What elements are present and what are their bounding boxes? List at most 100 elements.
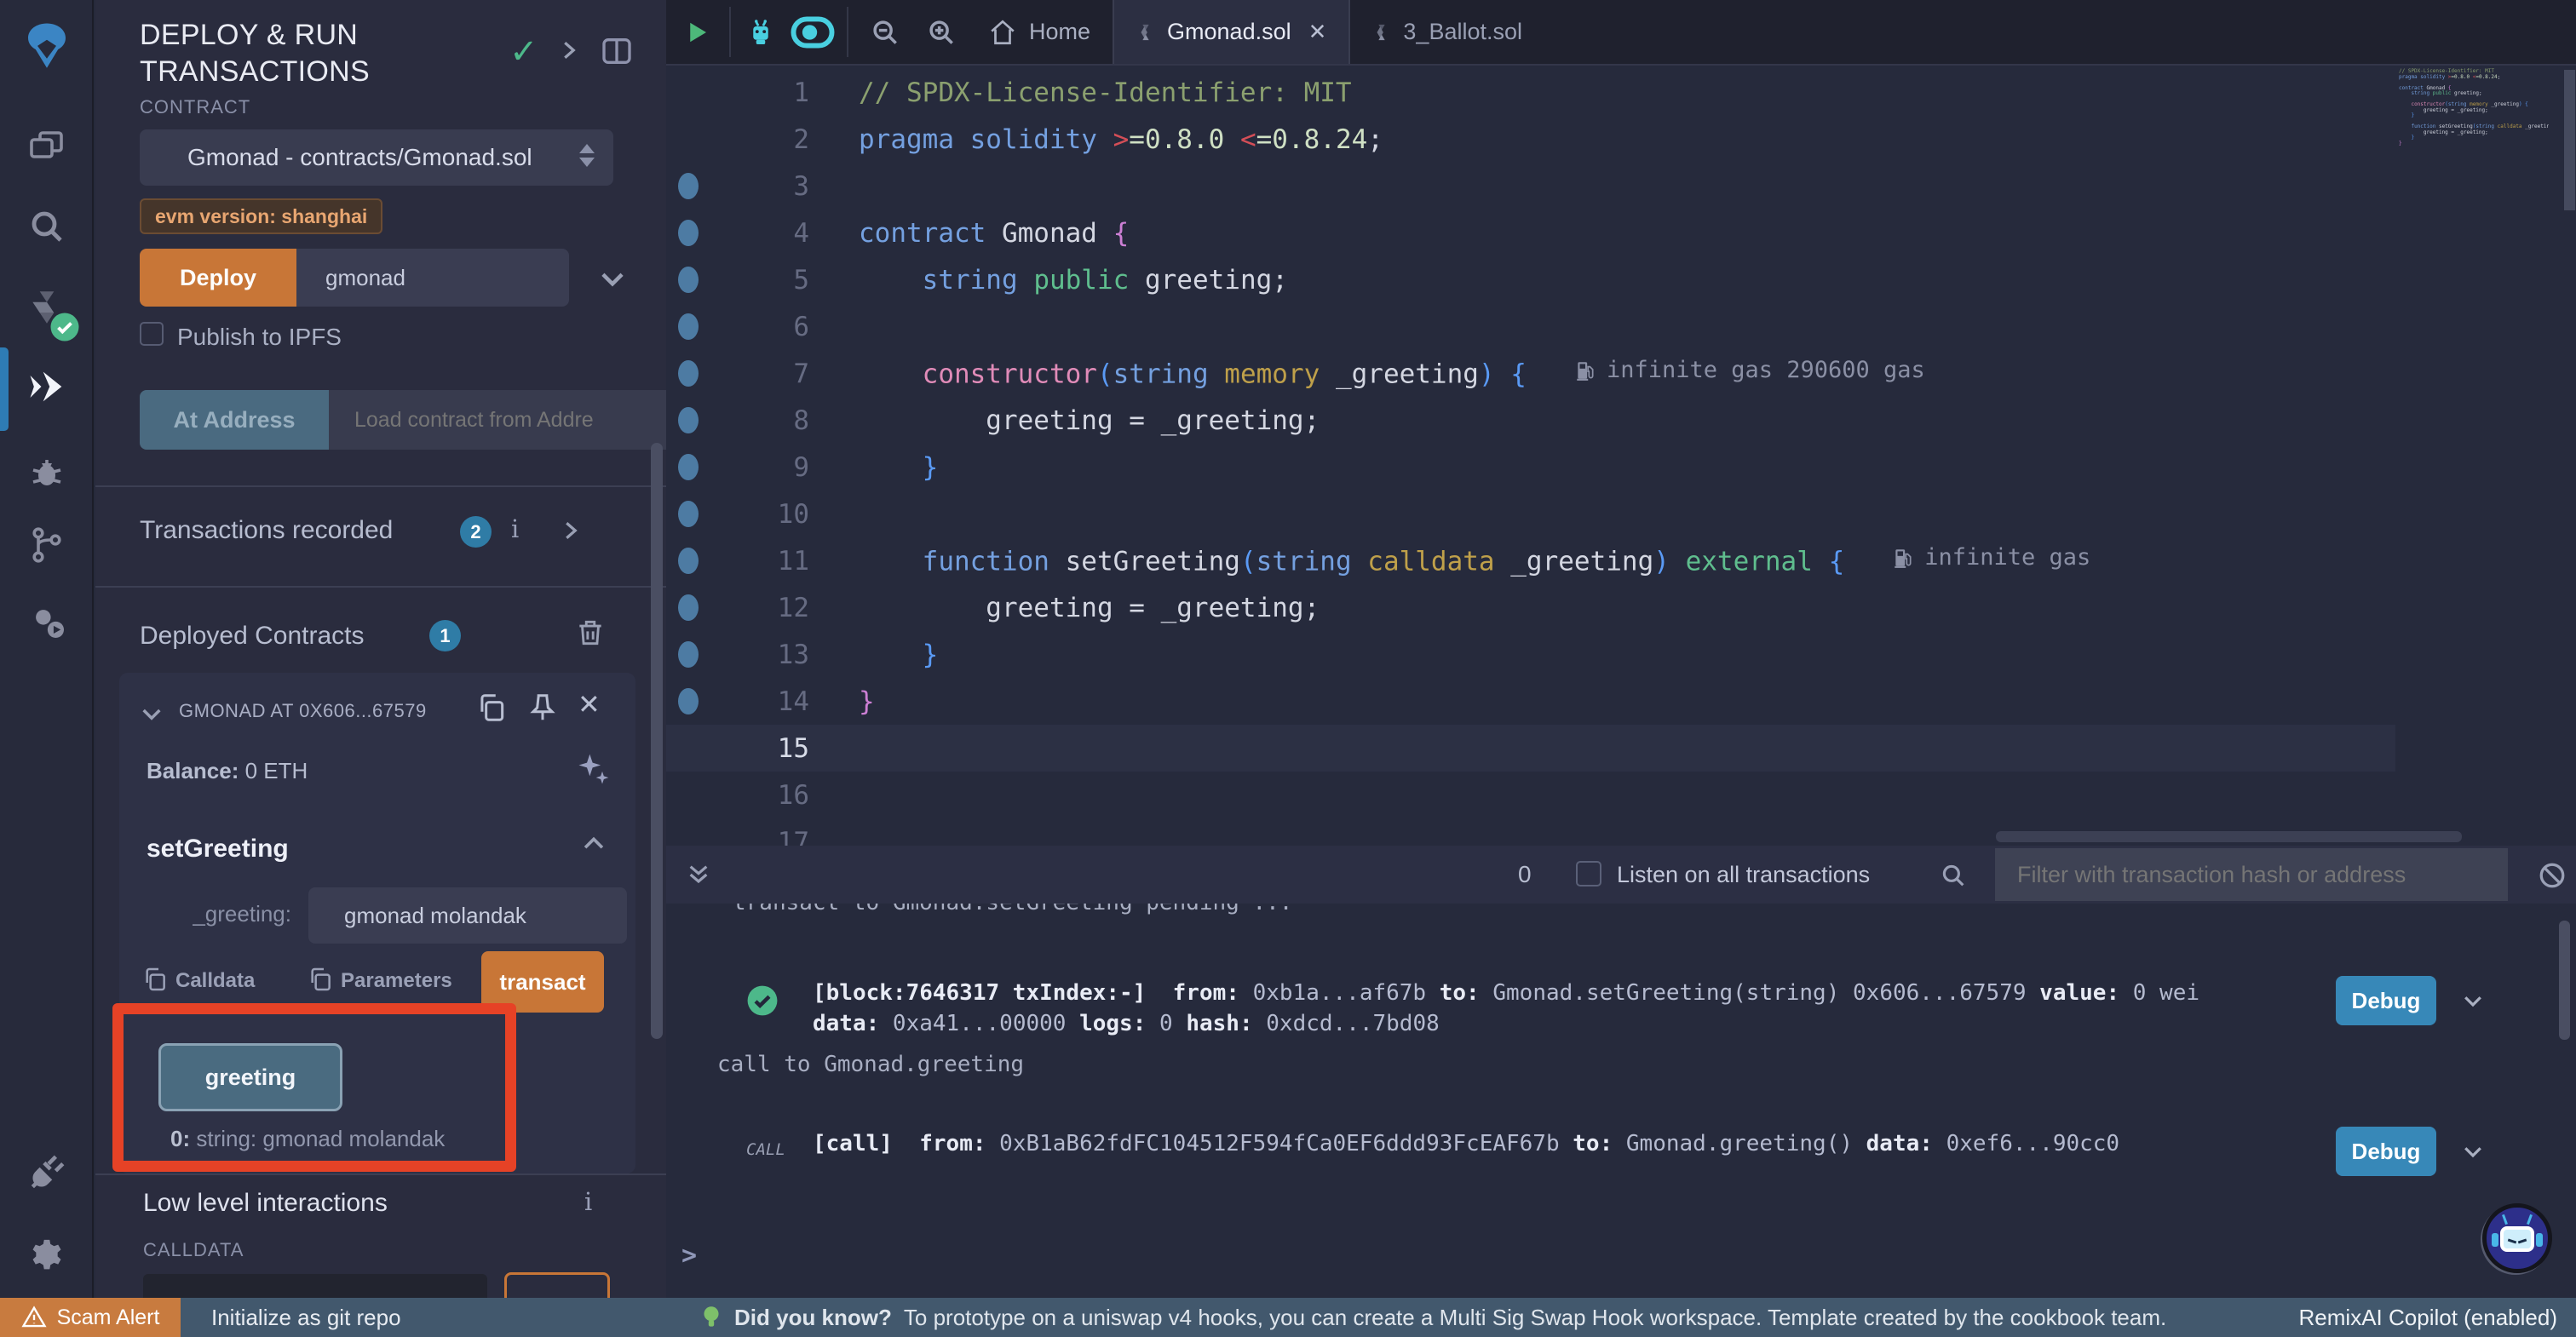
pin-contract-icon[interactable] xyxy=(526,691,559,724)
editor-horizontal-scrollbar[interactable] xyxy=(1996,831,2462,842)
gas-pump-icon xyxy=(1574,358,1596,383)
remix-logo-icon[interactable] xyxy=(0,19,94,75)
terminal-prompt[interactable]: > xyxy=(681,1241,697,1271)
code-line-2[interactable]: 2pragma solidity >=0.8.0 <=0.8.24; xyxy=(666,116,2395,163)
transactions-info-icon[interactable]: i xyxy=(511,514,519,543)
settings-icon[interactable] xyxy=(0,1237,94,1276)
code-editor[interactable]: 1// SPDX-License-Identifier: MIT2pragma … xyxy=(666,67,2576,846)
transactions-expand-icon[interactable] xyxy=(557,518,583,543)
tab-bar: Home Gmonad.sol✕3_Ballot.sol xyxy=(666,0,2576,66)
low-level-calldata-input[interactable] xyxy=(143,1274,487,1298)
panel-columns-icon[interactable] xyxy=(600,34,634,68)
clear-contracts-trash-icon[interactable] xyxy=(574,617,607,649)
code-line-13[interactable]: 13 } xyxy=(666,631,2395,678)
tab-3_Ballot.sol[interactable]: 3_Ballot.sol xyxy=(1350,0,1544,64)
plugin-icon[interactable] xyxy=(0,1151,94,1194)
call-result-line: call to Gmonad.greeting xyxy=(717,1049,1024,1080)
parameters-button[interactable]: Parameters xyxy=(341,969,452,993)
debug-button[interactable]: Debug xyxy=(2336,1127,2436,1176)
at-address-input[interactable] xyxy=(329,390,666,450)
greeting-call-result: 0: string: gmonad molandak xyxy=(170,1126,445,1152)
solidity-compiler-icon[interactable] xyxy=(0,286,94,329)
calldata-button[interactable]: Calldata xyxy=(175,969,255,993)
low-level-transact-button[interactable] xyxy=(504,1272,610,1298)
terminal-filter-input[interactable] xyxy=(1995,848,2508,901)
scam-alert-button[interactable]: Scam Alert xyxy=(0,1298,181,1337)
code-line-14[interactable]: 14} xyxy=(666,678,2395,725)
editor-vertical-scrollbar[interactable] xyxy=(2564,70,2575,210)
copilot-toggle-icon[interactable] xyxy=(787,0,847,64)
listen-all-transactions-checkbox[interactable] xyxy=(1576,861,1601,887)
search-icon[interactable] xyxy=(0,206,94,247)
contract-collapse-icon[interactable] xyxy=(138,700,165,727)
deploy-expand-chevron-icon[interactable] xyxy=(596,262,629,295)
line-number: 3 xyxy=(666,171,809,202)
ai-assistant-toggle-icon[interactable] xyxy=(731,0,787,64)
ai-assistant-bubble[interactable] xyxy=(2482,1203,2552,1273)
deploy-run-icon[interactable] xyxy=(0,364,94,409)
gas-estimate-annotation: infinite gas 290600 gas xyxy=(1574,357,1925,383)
contract-label: CONTRACT xyxy=(140,96,250,118)
line-number: 5 xyxy=(666,265,809,296)
contract-select[interactable]: Gmonad - contracts/Gmonad.sol xyxy=(140,129,613,186)
deploy-button[interactable]: Deploy xyxy=(140,249,296,307)
panel-scrollbar[interactable] xyxy=(651,443,663,1039)
terminal-header: 0 Listen on all transactions xyxy=(666,846,2576,904)
deploy-value-input[interactable] xyxy=(296,249,569,307)
remove-contract-icon[interactable]: ✕ xyxy=(578,688,601,720)
publish-ipfs-checkbox[interactable] xyxy=(140,322,164,346)
terminal-scrollbar[interactable] xyxy=(2559,921,2570,1040)
collapse-function-icon[interactable] xyxy=(579,829,608,858)
code-line-12[interactable]: 12 greeting = _greeting; xyxy=(666,584,2395,631)
terminal-collapse-icon[interactable] xyxy=(685,861,712,888)
line-number: 11 xyxy=(666,546,809,577)
at-address-button[interactable]: At Address xyxy=(140,390,329,450)
tab-Gmonad.sol[interactable]: Gmonad.sol✕ xyxy=(1113,0,1350,64)
debugger-icon[interactable] xyxy=(0,453,94,494)
tab-home[interactable]: Home xyxy=(969,0,1113,64)
git-init-button[interactable]: Initialize as git repo xyxy=(211,1305,401,1331)
expand-log-chevron-icon[interactable] xyxy=(2460,1139,2486,1164)
copy-calldata-icon[interactable] xyxy=(141,966,169,993)
low-level-info-icon[interactable]: i xyxy=(584,1187,592,1216)
expand-log-chevron-icon[interactable] xyxy=(2460,988,2486,1013)
minimap[interactable]: // SPDX-License-Identifier: MITpragma so… xyxy=(2394,67,2549,846)
contract-instance-title[interactable]: GMONAD AT 0X606...67579 xyxy=(179,700,462,722)
code-line-3[interactable]: 3 xyxy=(666,163,2395,209)
copy-address-icon[interactable] xyxy=(475,691,508,724)
code-line-8[interactable]: 8 greeting = _greeting; xyxy=(666,397,2395,444)
file-explorer-icon[interactable] xyxy=(0,126,94,167)
home-label: Home xyxy=(1029,19,1090,45)
plugin-manager-icon[interactable] xyxy=(0,600,94,642)
debug-button[interactable]: Debug xyxy=(2336,976,2436,1025)
code-line-10[interactable]: 10 xyxy=(666,491,2395,537)
code-line-9[interactable]: 9 } xyxy=(666,444,2395,491)
code-line-11[interactable]: 11 function setGreeting(string calldata … xyxy=(666,537,2395,584)
copy-parameters-icon[interactable] xyxy=(307,966,334,993)
code-line-6[interactable]: 6 xyxy=(666,303,2395,350)
zoom-in-icon[interactable] xyxy=(913,0,969,64)
code-line-1[interactable]: 1// SPDX-License-Identifier: MIT xyxy=(666,69,2395,116)
line-number: 1 xyxy=(666,77,809,108)
editor-area: Home Gmonad.sol✕3_Ballot.sol 1// SPDX-Li… xyxy=(666,0,2576,1298)
greeting-function-button[interactable]: greeting xyxy=(158,1043,342,1111)
git-icon[interactable] xyxy=(0,525,94,565)
zoom-out-icon[interactable] xyxy=(848,0,913,64)
code-line-7[interactable]: 7 constructor(string memory _greeting) {… xyxy=(666,350,2395,397)
publish-ipfs-label: Publish to IPFS xyxy=(177,324,342,351)
terminal-content[interactable]: transact to Gmonad.setGreeting pending .… xyxy=(666,904,2576,1298)
ai-sparkle-icon[interactable] xyxy=(574,751,612,789)
panel-expand-icon[interactable] xyxy=(555,37,581,63)
line-number: 7 xyxy=(666,359,809,389)
greeting-param-input[interactable] xyxy=(308,887,627,944)
terminal-search-icon[interactable] xyxy=(1939,861,1968,890)
lightbulb-icon xyxy=(700,1304,722,1331)
line-number: 9 xyxy=(666,452,809,483)
run-script-button[interactable] xyxy=(666,0,729,64)
code-line-15[interactable]: 15 xyxy=(666,725,2395,772)
code-line-5[interactable]: 5 string public greeting; xyxy=(666,256,2395,303)
clear-console-icon[interactable] xyxy=(2537,860,2567,891)
code-line-4[interactable]: 4contract Gmonad { xyxy=(666,209,2395,256)
code-line-16[interactable]: 16 xyxy=(666,772,2395,818)
close-tab-icon[interactable]: ✕ xyxy=(1308,19,1327,45)
